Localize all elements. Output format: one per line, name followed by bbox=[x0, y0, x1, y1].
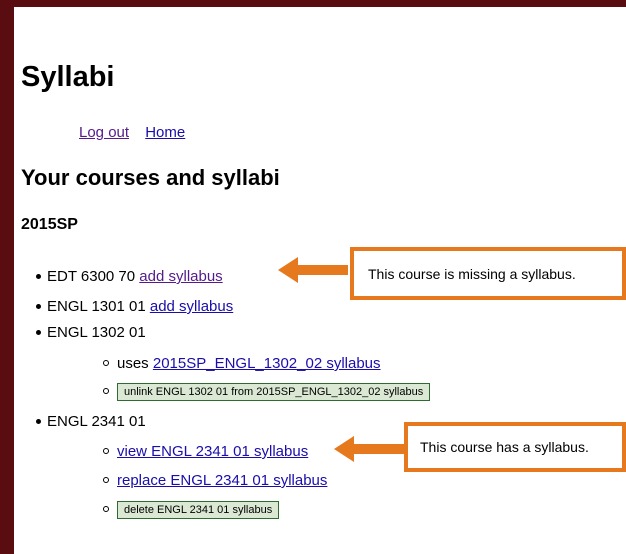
course-code: ENGL 1302 01 bbox=[47, 324, 146, 341]
arrow-left-icon bbox=[278, 257, 348, 283]
uses-syllabus-item: uses 2015SP_ENGL_1302_02 syllabus bbox=[103, 355, 381, 373]
view-syllabus-item: view ENGL 2341 01 syllabus bbox=[103, 443, 308, 461]
arrow-left-icon bbox=[334, 436, 406, 462]
circle-bullet-icon bbox=[103, 448, 109, 455]
section-heading: Your courses and syllabi bbox=[21, 165, 280, 190]
delete-syllabus-button[interactable]: delete ENGL 2341 01 syllabus bbox=[117, 501, 280, 520]
course-item-engl1301: ENGL 1301 01 add syllabus bbox=[36, 298, 233, 316]
add-syllabus-link[interactable]: add syllabus bbox=[139, 268, 222, 285]
replace-syllabus-link[interactable]: replace ENGL 2341 01 syllabus bbox=[117, 472, 327, 489]
course-item-engl1302: ENGL 1302 01 bbox=[36, 324, 146, 342]
has-syllabus-callout: This course has a syllabus. bbox=[404, 422, 626, 472]
home-link[interactable]: Home bbox=[145, 124, 185, 141]
circle-bullet-icon bbox=[103, 477, 109, 484]
bullet-icon bbox=[36, 329, 41, 335]
page-frame-left bbox=[0, 0, 14, 554]
circle-bullet-icon bbox=[103, 360, 109, 367]
page-title: Syllabi bbox=[21, 61, 115, 93]
linked-syllabus-link[interactable]: 2015SP_ENGL_1302_02 syllabus bbox=[153, 355, 381, 372]
page-frame-top bbox=[0, 0, 626, 7]
course-code: EDT 6300 70 bbox=[47, 268, 136, 285]
delete-syllabus-item: delete ENGL 2341 01 syllabus bbox=[103, 501, 280, 520]
callout-text: This course is missing a syllabus. bbox=[368, 265, 576, 282]
course-item-edt6300: EDT 6300 70 add syllabus bbox=[36, 268, 223, 286]
top-nav: Log out Home bbox=[79, 124, 197, 142]
bullet-icon bbox=[36, 418, 41, 424]
course-code: ENGL 1301 01 bbox=[47, 298, 146, 315]
bullet-icon bbox=[36, 303, 41, 309]
term-heading: 2015SP bbox=[21, 216, 78, 233]
course-item-engl2341: ENGL 2341 01 bbox=[36, 413, 146, 431]
circle-bullet-icon bbox=[103, 388, 109, 395]
unlink-item: unlink ENGL 1302 01 from 2015SP_ENGL_130… bbox=[103, 383, 431, 402]
circle-bullet-icon bbox=[103, 506, 109, 513]
unlink-button[interactable]: unlink ENGL 1302 01 from 2015SP_ENGL_130… bbox=[117, 383, 431, 402]
logout-link[interactable]: Log out bbox=[79, 124, 129, 141]
course-code: ENGL 2341 01 bbox=[47, 413, 146, 430]
callout-text: This course has a syllabus. bbox=[420, 439, 589, 455]
bullet-icon bbox=[36, 273, 41, 279]
missing-syllabus-callout: This course is missing a syllabus. bbox=[350, 247, 626, 300]
replace-syllabus-item: replace ENGL 2341 01 syllabus bbox=[103, 472, 327, 490]
add-syllabus-link[interactable]: add syllabus bbox=[150, 298, 233, 315]
view-syllabus-link[interactable]: view ENGL 2341 01 syllabus bbox=[117, 443, 308, 460]
uses-prefix: uses bbox=[117, 355, 149, 372]
